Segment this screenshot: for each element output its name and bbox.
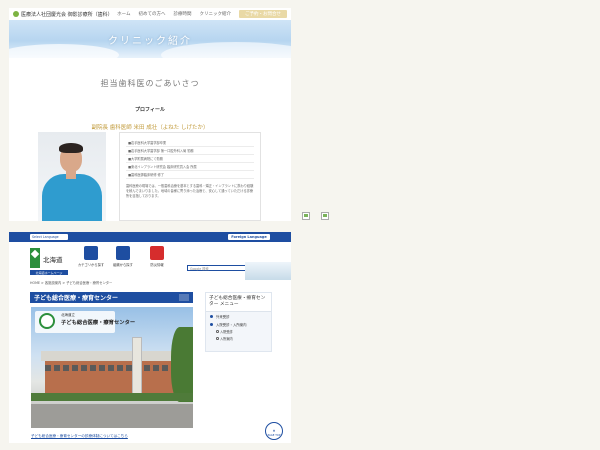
hokkaido-logo-text[interactable]: 北海道 (43, 254, 63, 264)
header-landscape-image (245, 262, 291, 280)
side-menu-item-label: 入院受診・入所案内 (216, 323, 247, 327)
foreign-language-button[interactable]: Foreign Language (228, 234, 270, 240)
profile-box: ■岩手医科大学歯学部卒業 ■岩手医科大学歯学部 第一口腔外科入局 勤務 ■大学附… (119, 132, 261, 221)
bullet-icon (210, 322, 213, 326)
nav-home[interactable]: ホーム (117, 11, 130, 17)
nav-category-label: カテゴリから探す (77, 263, 105, 267)
clinic-nav-bar: 医療法人社団慶光会 御影診療所（歯科） ホーム 初めての方へ 診療時間 クリニッ… (9, 8, 291, 20)
org-icon (116, 246, 130, 260)
nav-organization-label: 組織から探す (113, 263, 133, 267)
doctor-name: 副院長 歯科医師 米田 成壮（よねた しげたか） (91, 125, 209, 131)
hokkaido-header: 北海道 北海道ホームページ カテゴリから探す 組織から探す 防災情報 Googl… (9, 242, 291, 280)
tree (171, 327, 193, 402)
facility-sign-name: 子ども総合医療・療育センター (61, 320, 136, 326)
side-menu-title: 子ども総合医療・療育センター メニュー (206, 293, 271, 312)
broken-image-icon (321, 212, 329, 220)
tag-icon (84, 246, 98, 260)
side-menu: 子ども総合医療・療育センター メニュー 外来受診 入院受診・入所案内 入院受診 … (205, 292, 272, 352)
circle-bullet-icon (216, 337, 219, 340)
side-menu-subitem[interactable]: 入院受診 (206, 328, 271, 335)
facility-logo-icon (39, 313, 55, 329)
profile-row: ■歯科医師臨床研修 修了 (126, 171, 254, 179)
hokkaido-logo-icon[interactable] (30, 248, 40, 268)
greeting-heading: 担当歯科医のごあいさつ (100, 79, 200, 88)
page-top-button[interactable]: ▲ PAGE TOP (265, 422, 283, 440)
clinic-hero-banner: クリニック紹介 (9, 20, 291, 68)
nav-hours[interactable]: 診療時間 (174, 11, 192, 17)
side-menu-subitem-label: 入所案内 (220, 337, 233, 341)
profile-row: ■東北インプラント研究会 臨床研究員入会 所属 (126, 163, 254, 171)
doctor-photo (38, 132, 106, 221)
nav-category[interactable]: カテゴリから探す (77, 246, 105, 267)
nav-disaster-label: 防災情報 (150, 263, 164, 267)
nav-disaster[interactable]: 防災情報 (143, 246, 171, 267)
hokkaido-top-bar: Select Language Foreign Language (9, 232, 291, 242)
side-menu-item[interactable]: 外来受診 (206, 312, 271, 320)
profile-row: ■岩手医科大学歯学部卒業 (126, 139, 254, 147)
megaphone-icon (150, 246, 164, 260)
clinic-logo-text: 医療法人社団慶光会 御影診療所（歯科） (21, 11, 113, 18)
breadcrumb[interactable]: HOME > 各施設案内 > 子ども総合医療・療育センター (30, 280, 112, 285)
pref-homepage-badge[interactable]: 北海道ホームページ (30, 270, 68, 275)
building-roof (41, 351, 187, 361)
side-menu-subitem-label: 入院受診 (220, 330, 233, 334)
profile-row: ■大学附属病院にて勤務 (126, 155, 254, 163)
profile-label: プロフィール (135, 107, 165, 113)
building-windows (45, 365, 185, 371)
facility-photo: 北海道立 子ども総合医療・療育センター (31, 307, 193, 428)
side-menu-item[interactable]: 入院受診・入所案内 (206, 320, 271, 328)
nav-clinic-intro[interactable]: クリニック紹介 (200, 11, 232, 17)
page-top-label: PAGE TOP (267, 434, 281, 437)
nav-first-visit[interactable]: 初めての方へ (139, 11, 166, 17)
hedge (31, 393, 193, 401)
contact-button[interactable]: ご予約・お問合せ (239, 10, 287, 18)
bullet-icon (210, 314, 213, 318)
sign-tower (132, 337, 142, 397)
profile-row: ■岩手医科大学歯学部 第一口腔外科入局 勤務 (126, 147, 254, 155)
nav-organization[interactable]: 組織から探す (109, 246, 137, 267)
clinic-logo-icon (13, 11, 19, 17)
side-menu-item-label: 外来受診 (216, 315, 230, 319)
doctor-photo-body (42, 174, 102, 221)
hokkaido-screenshot: Select Language Foreign Language 北海道 北海道… (9, 232, 291, 443)
circle-bullet-icon (216, 330, 219, 333)
page-title: クリニック紹介 (108, 35, 192, 47)
clinic-logo[interactable]: 医療法人社団慶光会 御影診療所（歯科） (13, 11, 113, 18)
language-select[interactable]: Select Language (30, 234, 68, 240)
clinic-screenshot: 医療法人社団慶光会 御影診療所（歯科） ホーム 初めての方へ 診療時間 クリニッ… (9, 8, 291, 221)
doctor-photo-hair (59, 143, 83, 153)
side-menu-subitem[interactable]: 入所案内 (206, 335, 271, 342)
greeting-text: 歯科医療の現場では、一般歯科治療を基本とする歯科・矯正・インプラントに携わり経験… (126, 184, 254, 198)
broken-image-icon (302, 212, 310, 220)
page-title: 子ども総合医療・療育センター (30, 292, 193, 303)
road (31, 404, 193, 428)
clinic-menu: ホーム 初めての方へ 診療時間 クリニック紹介 ご予約・お問合せ (117, 10, 287, 18)
photo-caption-link[interactable]: 子ども総合医療・療育センターの診療体制についてはこちら (31, 434, 128, 439)
